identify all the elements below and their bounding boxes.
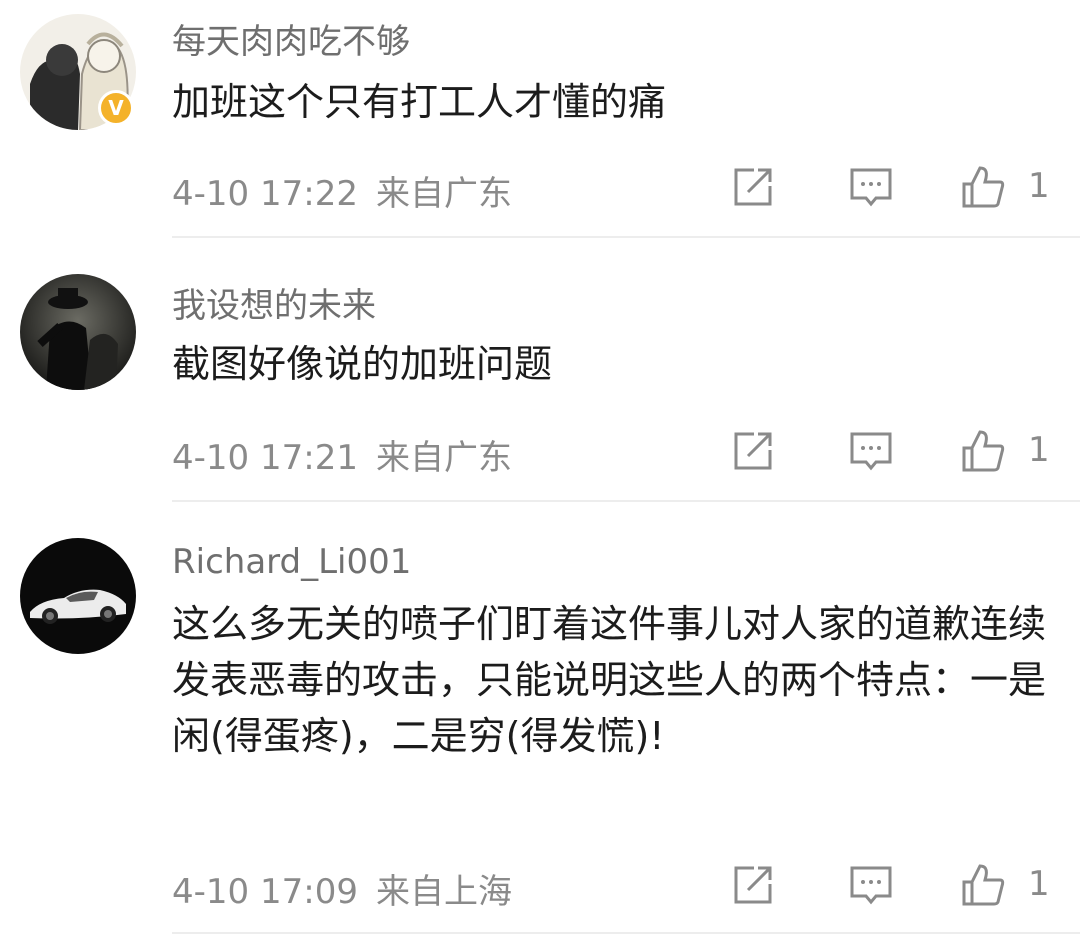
share-square-icon xyxy=(734,432,772,470)
comment-button[interactable] xyxy=(848,428,894,474)
repost-button[interactable] xyxy=(730,862,776,908)
like-count: 1 xyxy=(1028,166,1050,206)
divider xyxy=(172,932,1080,934)
like-count: 1 xyxy=(1028,864,1050,904)
comment-meta: 4-10 17:22 来自广东 xyxy=(172,166,512,215)
comment-button[interactable] xyxy=(848,164,894,210)
repost-button[interactable] xyxy=(730,164,776,210)
comment-text: 加班这个只有打工人才懂的痛 xyxy=(172,80,667,124)
comment-item: Richard_Li001 这么多无关的喷子们盯着这件事儿对人家的道歉连续发表恶… xyxy=(0,504,1080,938)
comment-item: V 每天肉肉吃不够 加班这个只有打工人才懂的痛 4-10 17:22 来自广东 1 xyxy=(0,0,1080,240)
comment-time: 4-10 17:21 xyxy=(172,438,358,478)
like-count: 1 xyxy=(1028,430,1050,470)
comment-button[interactable] xyxy=(848,862,894,908)
comment-text: 截图好像说的加班问题 xyxy=(172,342,553,386)
repost-button[interactable] xyxy=(730,428,776,474)
comment-time: 4-10 17:22 xyxy=(172,174,358,214)
comment-username[interactable]: 我设想的未来 xyxy=(172,278,376,327)
like-button[interactable] xyxy=(960,862,1006,908)
like-button[interactable] xyxy=(960,164,1006,210)
share-square-icon xyxy=(734,168,772,206)
divider xyxy=(172,500,1080,502)
comment-username[interactable]: Richard_Li001 xyxy=(172,542,411,582)
avatar[interactable] xyxy=(20,538,136,654)
comment-location: 来自上海 xyxy=(375,872,512,912)
thumbs-up-icon xyxy=(962,430,1005,472)
comment-item: 我设想的未来 截图好像说的加班问题 4-10 17:21 来自广东 1 xyxy=(0,240,1080,504)
thumbs-up-icon xyxy=(962,166,1005,208)
like-button[interactable] xyxy=(960,428,1006,474)
comment-time: 4-10 17:09 xyxy=(172,872,358,912)
avatar[interactable] xyxy=(20,274,136,390)
comment-text: 这么多无关的喷子们盯着这件事儿对人家的道歉连续发表恶毒的攻击，只能说明这些人的两… xyxy=(172,602,1047,758)
verified-badge-icon: V xyxy=(98,90,134,126)
comment-username[interactable]: 每天肉肉吃不够 xyxy=(172,14,410,63)
comment-bubble-icon xyxy=(850,432,892,471)
comment-bubble-icon xyxy=(850,866,892,905)
share-square-icon xyxy=(734,866,772,904)
divider xyxy=(172,236,1080,238)
thumbs-up-icon xyxy=(962,864,1005,906)
comment-location: 来自广东 xyxy=(375,438,512,478)
comment-meta: 4-10 17:21 来自广东 xyxy=(172,430,512,479)
comment-meta: 4-10 17:09 来自上海 xyxy=(172,864,512,913)
comment-bubble-icon xyxy=(850,168,892,207)
comment-location: 来自广东 xyxy=(375,174,512,214)
